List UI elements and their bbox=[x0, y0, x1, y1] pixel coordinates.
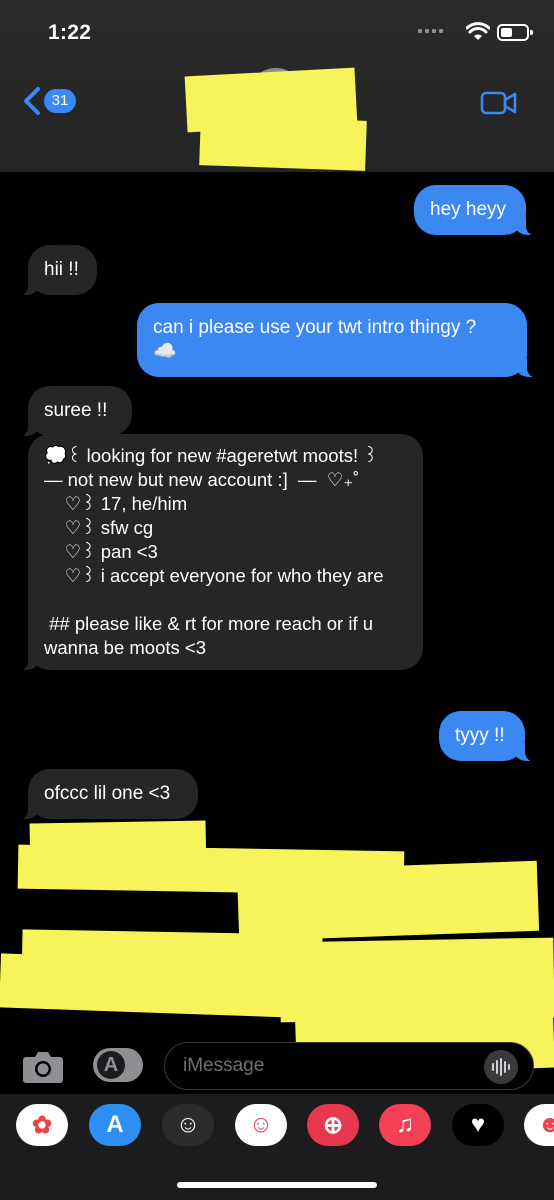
app-store-button[interactable]: A bbox=[93, 1048, 143, 1082]
wifi-icon bbox=[466, 22, 490, 40]
message-bubble-received[interactable]: 💭꒰ looking for new #ageretwt moots! ꒱ — … bbox=[16, 434, 423, 671]
status-time: 1:22 bbox=[48, 21, 92, 44]
photos-app-icon[interactable]: ✿ bbox=[16, 1104, 68, 1146]
unread-count-badge: 31 bbox=[44, 89, 76, 113]
music-app-icon[interactable]: ♫ bbox=[379, 1104, 431, 1146]
redaction-mark bbox=[199, 115, 367, 171]
message-bubble-received[interactable]: hii !! bbox=[16, 245, 97, 296]
app-store-app-icon[interactable]: A bbox=[89, 1104, 141, 1146]
animoji-stickers-app-icon[interactable]: ☺ bbox=[235, 1104, 287, 1146]
redaction-mark bbox=[279, 937, 554, 1023]
message-input-placeholder: iMessage bbox=[183, 1055, 265, 1076]
message-bubble-sent[interactable]: tyyy !! bbox=[439, 711, 537, 762]
web-search-app-icon[interactable]: ⊕ bbox=[307, 1104, 359, 1146]
message-bubble-received[interactable]: suree !! bbox=[16, 386, 132, 437]
message-bubble-sent[interactable]: hey heyy bbox=[414, 185, 538, 236]
message-input[interactable]: iMessage bbox=[164, 1042, 534, 1090]
chevron-left-icon bbox=[24, 87, 40, 115]
memoji-app-icon[interactable]: ☺ bbox=[162, 1104, 214, 1146]
conversation-header: 1:22 31 bbox=[0, 0, 554, 172]
home-indicator[interactable] bbox=[177, 1182, 377, 1188]
redaction-mark bbox=[236, 860, 540, 942]
cellular-signal-icon bbox=[418, 29, 443, 33]
message-bubble-received[interactable]: ofccc lil one <3 bbox=[16, 769, 198, 820]
facetime-video-icon[interactable] bbox=[480, 90, 518, 116]
message-bubble-sent[interactable]: can i please use your twt intro thingy ?… bbox=[137, 303, 539, 378]
audio-message-icon[interactable] bbox=[484, 1050, 518, 1084]
app-store-icon: A bbox=[97, 1051, 125, 1079]
camera-icon[interactable] bbox=[22, 1048, 64, 1084]
battery-icon bbox=[497, 24, 533, 41]
back-button[interactable]: 31 bbox=[22, 86, 76, 116]
digital-touch-app-icon[interactable]: ♥ bbox=[452, 1104, 504, 1146]
